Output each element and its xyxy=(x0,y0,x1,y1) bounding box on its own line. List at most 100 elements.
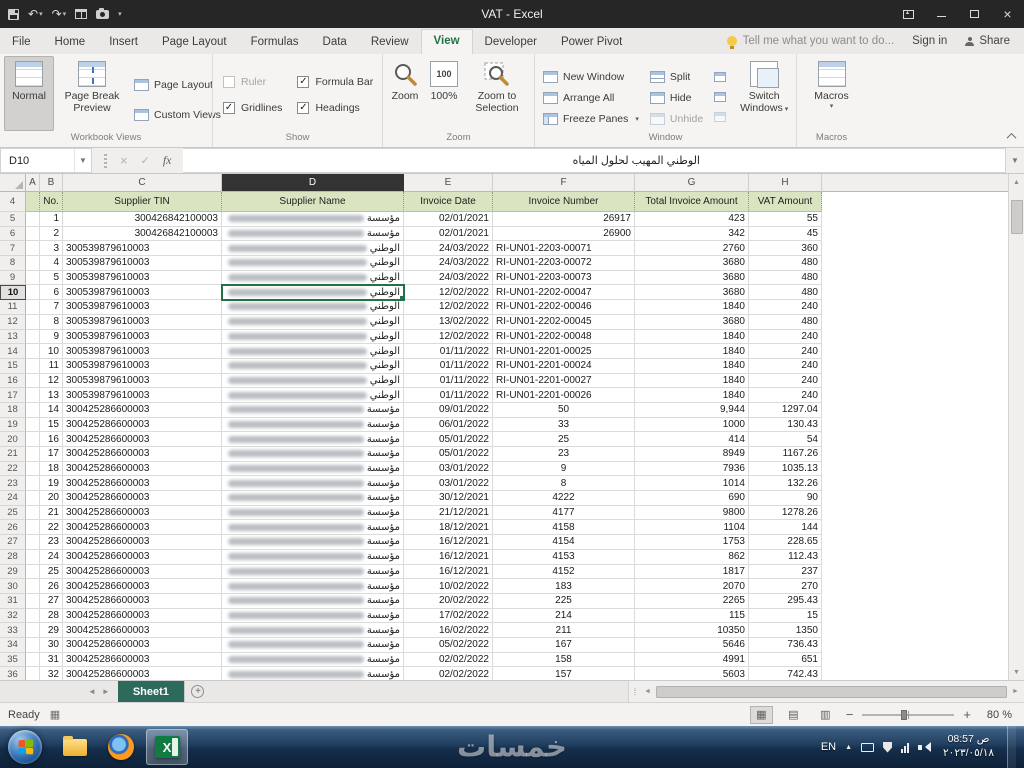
cell-E21[interactable]: 05/01/2022 xyxy=(404,447,493,462)
taskbar-firefox-button[interactable] xyxy=(100,729,142,765)
row-header-19[interactable]: 19 xyxy=(0,417,26,433)
cell-D7[interactable]: الوطني xyxy=(222,241,404,257)
ribbon-tab-developer[interactable]: Developer xyxy=(473,30,549,54)
cell-C22[interactable]: 300425286600003 xyxy=(63,461,222,477)
zoom-slider[interactable] xyxy=(862,709,955,720)
cell-H21[interactable]: 1167.26 xyxy=(749,447,822,462)
new-window-button[interactable]: New Window xyxy=(539,68,643,85)
cell-E9[interactable]: 24/03/2022 xyxy=(404,270,493,286)
cell-D11[interactable]: الوطني xyxy=(222,300,404,315)
cell-D15[interactable]: الوطني xyxy=(222,358,404,374)
cell-H23[interactable]: 132.26 xyxy=(749,476,822,492)
language-indicator[interactable]: EN xyxy=(821,741,836,753)
ribbon-tab-power-pivot[interactable]: Power Pivot xyxy=(549,30,634,54)
cell-A7[interactable] xyxy=(26,241,40,257)
cell-G8[interactable]: 3680 xyxy=(635,256,749,271)
cell-B17[interactable]: 13 xyxy=(40,388,63,403)
cell-H15[interactable]: 240 xyxy=(749,358,822,374)
custom-views-button[interactable]: Custom Views xyxy=(130,106,225,123)
cell-D14[interactable]: الوطني xyxy=(222,344,404,359)
cell-F6[interactable]: 26900 xyxy=(493,226,635,242)
cell-G20[interactable]: 414 xyxy=(635,432,749,447)
cell-D25[interactable]: مؤسسة xyxy=(222,505,404,521)
cell-F28[interactable]: 4153 xyxy=(493,549,635,565)
cell-G11[interactable]: 1840 xyxy=(635,300,749,315)
cell-A8[interactable] xyxy=(26,256,40,271)
cell-E16[interactable]: 01/11/2022 xyxy=(404,373,493,389)
ribbon-display-options-button[interactable] xyxy=(892,0,925,28)
cell-A30[interactable] xyxy=(26,579,40,594)
hidden-icons-chevron-icon[interactable]: ▲ xyxy=(845,744,852,751)
vertical-scrollbar[interactable]: ▲ ▼ xyxy=(1008,174,1024,680)
cell-B23[interactable]: 19 xyxy=(40,476,63,492)
cell-C32[interactable]: 300425286600003 xyxy=(63,608,222,624)
normal-view-button[interactable]: Normal xyxy=(4,56,54,131)
cell-D33[interactable]: مؤسسة xyxy=(222,623,404,638)
cell-G31[interactable]: 2265 xyxy=(635,593,749,609)
cell-G18[interactable]: 9,944 xyxy=(635,402,749,418)
zoom-button[interactable]: Zoom xyxy=(387,56,423,131)
cell-C23[interactable]: 300425286600003 xyxy=(63,476,222,492)
cell-C33[interactable]: 300425286600003 xyxy=(63,623,222,638)
cell-H30[interactable]: 270 xyxy=(749,579,822,594)
cell-C11[interactable]: 300539879610003 xyxy=(63,300,222,315)
cell-G34[interactable]: 5646 xyxy=(635,637,749,653)
macro-record-icon[interactable]: ▦ xyxy=(50,708,60,721)
cell-G17[interactable]: 1840 xyxy=(635,388,749,403)
switch-windows-button[interactable]: Switch Windows ▾ xyxy=(733,56,795,131)
cell-D24[interactable]: مؤسسة xyxy=(222,491,404,506)
cell-H10[interactable]: 480 xyxy=(749,285,822,301)
customize-qat-button[interactable]: ▾ xyxy=(118,11,122,18)
cell-D30[interactable]: مؤسسة xyxy=(222,579,404,594)
name-box-dropdown-icon[interactable]: ▼ xyxy=(74,149,91,172)
cell-G4[interactable]: Total Invoice Amount xyxy=(635,192,749,212)
row-header-30[interactable]: 30 xyxy=(0,579,26,594)
cell-E7[interactable]: 24/03/2022 xyxy=(404,241,493,257)
cell-B15[interactable]: 11 xyxy=(40,358,63,374)
cell-E15[interactable]: 01/11/2022 xyxy=(404,358,493,374)
keyboard-icon[interactable] xyxy=(861,742,875,752)
cell-F12[interactable]: RI-UN01-2202-00045 xyxy=(493,314,635,330)
sign-in-button[interactable]: Sign in xyxy=(912,35,947,47)
row-header-7[interactable]: 7 xyxy=(0,241,26,257)
cell-B26[interactable]: 22 xyxy=(40,520,63,536)
row-header-36[interactable]: 36 xyxy=(0,667,26,680)
zoom-out-button[interactable]: − xyxy=(846,708,854,721)
cell-B25[interactable]: 21 xyxy=(40,505,63,521)
row-header-18[interactable]: 18 xyxy=(0,402,26,418)
cell-H17[interactable]: 240 xyxy=(749,388,822,403)
cell-G7[interactable]: 2760 xyxy=(635,241,749,257)
cell-H4[interactable]: VAT Amount xyxy=(749,192,822,212)
cell-C25[interactable]: 300425286600003 xyxy=(63,505,222,521)
cell-F32[interactable]: 214 xyxy=(493,608,635,624)
zoom-to-selection-button[interactable]: Zoom to Selection xyxy=(465,56,529,131)
row-header-16[interactable]: 16 xyxy=(0,373,26,389)
cell-F14[interactable]: RI-UN01-2201-00025 xyxy=(493,344,635,359)
row-header-13[interactable]: 13 xyxy=(0,329,26,345)
taskbar-excel-button[interactable]: X xyxy=(146,729,188,765)
cell-D9[interactable]: الوطني xyxy=(222,270,404,286)
cell-F30[interactable]: 183 xyxy=(493,579,635,594)
normal-view-toggle[interactable]: ▦ xyxy=(749,705,773,724)
cell-H14[interactable]: 240 xyxy=(749,344,822,359)
freeze-panes-button[interactable]: Freeze Panes ▾ xyxy=(539,110,643,127)
row-header-26[interactable]: 26 xyxy=(0,520,26,536)
cell-G22[interactable]: 7936 xyxy=(635,461,749,477)
zoom-slider-thumb[interactable] xyxy=(901,709,908,720)
cell-C16[interactable]: 300539879610003 xyxy=(63,373,222,389)
row-header-21[interactable]: 21 xyxy=(0,447,26,462)
cell-C10[interactable]: 300539879610003 xyxy=(63,285,222,301)
row-header-23[interactable]: 23 xyxy=(0,476,26,492)
cell-A16[interactable] xyxy=(26,373,40,389)
row-header-12[interactable]: 12 xyxy=(0,314,26,330)
cell-A13[interactable] xyxy=(26,329,40,345)
row-header-28[interactable]: 28 xyxy=(0,549,26,565)
vertical-scroll-thumb[interactable] xyxy=(1010,200,1023,234)
cell-B13[interactable]: 9 xyxy=(40,329,63,345)
row-header-25[interactable]: 25 xyxy=(0,505,26,521)
row-header-17[interactable]: 17 xyxy=(0,388,26,403)
cell-E33[interactable]: 16/02/2022 xyxy=(404,623,493,638)
reset-window-position-button[interactable] xyxy=(710,108,730,125)
cell-B30[interactable]: 26 xyxy=(40,579,63,594)
zoom-in-button[interactable]: + xyxy=(963,708,971,721)
